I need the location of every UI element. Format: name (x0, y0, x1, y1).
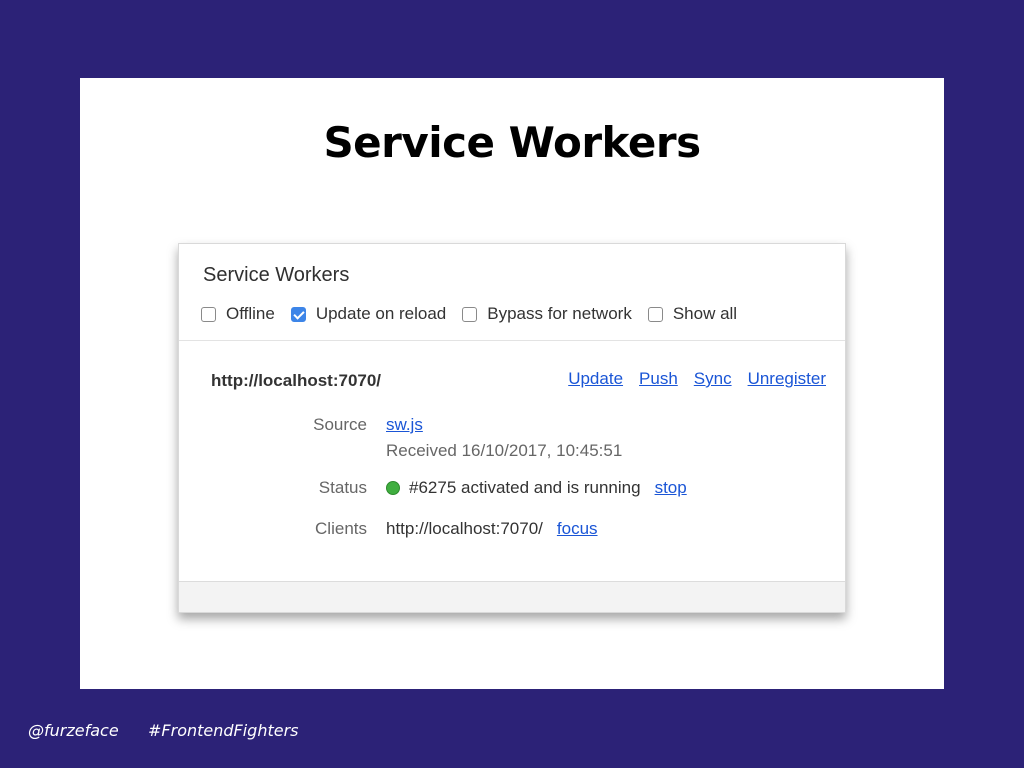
offline-checkbox[interactable] (201, 306, 216, 322)
offline-option[interactable]: Offline (201, 304, 275, 324)
bypass-for-network-label: Bypass for network (487, 304, 632, 323)
show-all-checkbox[interactable] (647, 306, 663, 322)
status-label: Status (318, 478, 367, 497)
panel-title: Service Workers (203, 264, 350, 286)
worker-actions: Update Push Sync Unregister (552, 369, 826, 389)
panel-bottom-strip (179, 582, 845, 612)
clients-value: http://localhost:7070/ focus (386, 519, 598, 539)
stop-link[interactable]: stop (655, 478, 687, 498)
toolbar-divider (179, 340, 845, 341)
source-value: sw.js (386, 415, 423, 435)
worker-origin: http://localhost:7070/ (211, 371, 382, 390)
update-on-reload-checkbox[interactable] (290, 306, 306, 322)
update-link[interactable]: Update (568, 369, 623, 389)
offline-label: Offline (226, 304, 275, 323)
bypass-for-network-option[interactable]: Bypass for network (462, 304, 632, 324)
status-text: #6275 activated and is running (409, 478, 641, 497)
update-on-reload-option[interactable]: Update on reload (290, 304, 447, 324)
clients-label: Clients (315, 519, 367, 538)
received-timestamp: Received 16/10/2017, 10:45:51 (386, 441, 623, 460)
sync-link[interactable]: Sync (694, 369, 732, 389)
service-workers-panel: Service Workers Offline Update on reload… (178, 243, 846, 613)
panel-toolbar: Offline Update on reload Bypass for netw… (201, 304, 753, 324)
footer-handle: @furzeface (28, 721, 119, 740)
source-label: Source (313, 415, 367, 434)
footer-hashtag: #FrontendFighters (148, 721, 299, 740)
show-all-option[interactable]: Show all (647, 304, 738, 324)
source-file-link[interactable]: sw.js (386, 415, 423, 434)
bypass-for-network-checkbox[interactable] (462, 306, 478, 322)
focus-link[interactable]: focus (557, 519, 598, 539)
slide-title: Service Workers (323, 118, 701, 167)
client-url: http://localhost:7070/ (386, 519, 543, 538)
unregister-link[interactable]: Unregister (748, 369, 826, 389)
status-value: #6275 activated and is running stop (386, 478, 687, 498)
update-on-reload-label: Update on reload (315, 304, 447, 323)
status-indicator-icon (386, 481, 400, 495)
push-link[interactable]: Push (639, 369, 678, 389)
show-all-label: Show all (672, 304, 738, 323)
